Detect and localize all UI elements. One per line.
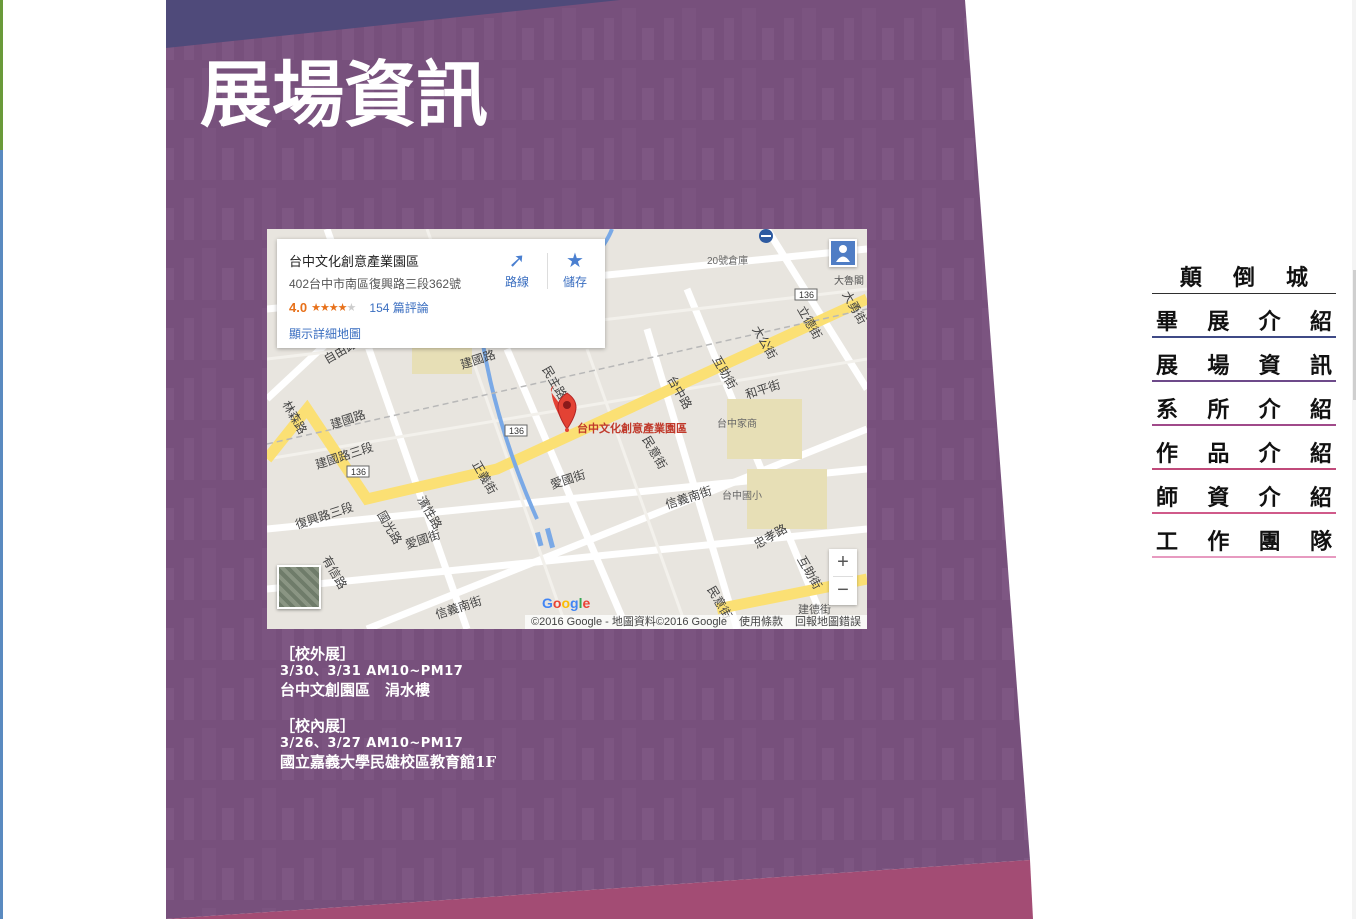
svg-text:136: 136 <box>799 290 814 300</box>
event-date: 3/30、3/31 AM10~PM17 <box>280 664 464 679</box>
nav-item-exhibition-intro[interactable]: 畢展介紹 <box>1152 294 1336 338</box>
nav-item-team[interactable]: 工作團隊 <box>1152 514 1336 558</box>
map-attribution: ©2016 Google - 地圖資料©2016 Google 使用條款 回報地… <box>525 615 867 629</box>
rating-row: 4.0 ★★★★★ 154 篇評論 <box>289 299 429 316</box>
nav-underline <box>1152 556 1336 558</box>
zoom-controls: + − <box>829 549 857 605</box>
event-offsite: ［校外展］ 3/30、3/31 AM10~PM17 台中文創園區 涓水樓 <box>280 645 463 699</box>
road-label: 台中家商 <box>717 417 757 430</box>
street-view-button[interactable] <box>829 239 857 267</box>
event-venue: 國立嘉義大學民雄校區教育館1F <box>280 753 497 771</box>
rating-stars-icon: ★★★★★ <box>311 302 356 314</box>
nav-item-faculty[interactable]: 師資介紹 <box>1152 470 1336 514</box>
terms-link[interactable]: 使用條款 <box>739 615 783 629</box>
nav-label: 畢展介紹 <box>1156 309 1332 335</box>
road-label: 和平街 <box>744 377 783 401</box>
directions-label: 路線 <box>504 275 529 289</box>
nav-label: 作品介紹 <box>1156 441 1332 467</box>
nav-item-works[interactable]: 作品介紹 <box>1152 426 1336 470</box>
svg-text:136: 136 <box>351 467 366 477</box>
save-button[interactable]: ★ 儲存 <box>553 249 597 290</box>
event-date: 3/26、3/27 AM10~PM17 <box>280 736 464 751</box>
nav-label: 系所介紹 <box>1156 397 1332 423</box>
nav-label: 顛倒城 <box>1180 265 1308 291</box>
place-card: 台中文化創意產業園區 402台中市南區復興路三段362號 4.0 ★★★★★ 1… <box>277 239 605 348</box>
page-title: 展場資訊 <box>200 52 489 137</box>
event-venue: 台中文創園區 涓水樓 <box>280 681 431 699</box>
route-shield: 136 <box>794 288 818 301</box>
place-name: 台中文化創意產業園區 <box>289 254 420 269</box>
nav-label: 師資介紹 <box>1156 485 1332 511</box>
road-label: 台中國小 <box>722 489 762 502</box>
svg-text:136: 136 <box>509 426 524 436</box>
card-divider <box>547 253 548 289</box>
rating-value: 4.0 <box>289 300 308 315</box>
event-heading: ［校內展］ <box>280 717 356 735</box>
google-logo: Google <box>542 595 591 611</box>
zoom-out-button[interactable]: − <box>829 577 857 604</box>
person-icon <box>831 241 855 265</box>
nav-item-home[interactable]: 顛倒城 <box>1152 250 1336 294</box>
embedded-map[interactable]: 20號倉庫 台中家商 台中國小 建國路 自由路一段 林森路 建國路 建國路三段 … <box>267 229 867 629</box>
directions-icon: ➚ <box>508 250 526 272</box>
site-nav: 顛倒城 畢展介紹 展場資訊 系所介紹 作品介紹 師資介紹 工作團隊 <box>1152 250 1336 558</box>
nav-label: 展場資訊 <box>1156 353 1332 379</box>
route-shield: 136 <box>346 465 370 478</box>
nav-label: 工作團隊 <box>1156 529 1332 555</box>
road-label: 建國路 <box>328 406 367 431</box>
satellite-toggle[interactable] <box>277 565 321 609</box>
larger-map-link[interactable]: 顯示詳細地圖 <box>289 325 361 342</box>
report-link[interactable]: 回報地圖錯誤 <box>795 615 861 629</box>
route-shield: 136 <box>504 424 528 437</box>
place-address: 402台中市南區復興路三段362號 <box>289 277 462 291</box>
zoom-in-button[interactable]: + <box>829 549 857 576</box>
marker-label: 台中文化創意產業園區 <box>577 421 687 435</box>
event-oncampus: ［校內展］ 3/26、3/27 AM10~PM17 國立嘉義大學民雄校區教育館1… <box>280 717 496 771</box>
nav-item-venue-info[interactable]: 展場資訊 <box>1152 338 1336 382</box>
star-icon: ★ <box>566 250 584 272</box>
directions-button[interactable]: ➚ 路線 <box>495 249 539 290</box>
road-label: 大魯閣 <box>834 274 864 287</box>
save-label: 儲存 <box>562 275 587 289</box>
train-station-icon <box>759 229 773 243</box>
reviews-link[interactable]: 154 篇評論 <box>369 299 428 316</box>
copyright-text: ©2016 Google - 地圖資料©2016 Google <box>531 616 727 628</box>
nav-item-department[interactable]: 系所介紹 <box>1152 382 1336 426</box>
road-label: 建德街 <box>798 602 831 616</box>
event-heading: ［校外展］ <box>280 645 356 663</box>
road-label: 民意街 <box>639 433 670 472</box>
road-label: 復興路三段 <box>293 499 355 532</box>
scrollbar-track[interactable] <box>1352 0 1356 919</box>
road-label: 互助街 <box>794 554 824 592</box>
road-label: 20號倉庫 <box>707 254 748 267</box>
